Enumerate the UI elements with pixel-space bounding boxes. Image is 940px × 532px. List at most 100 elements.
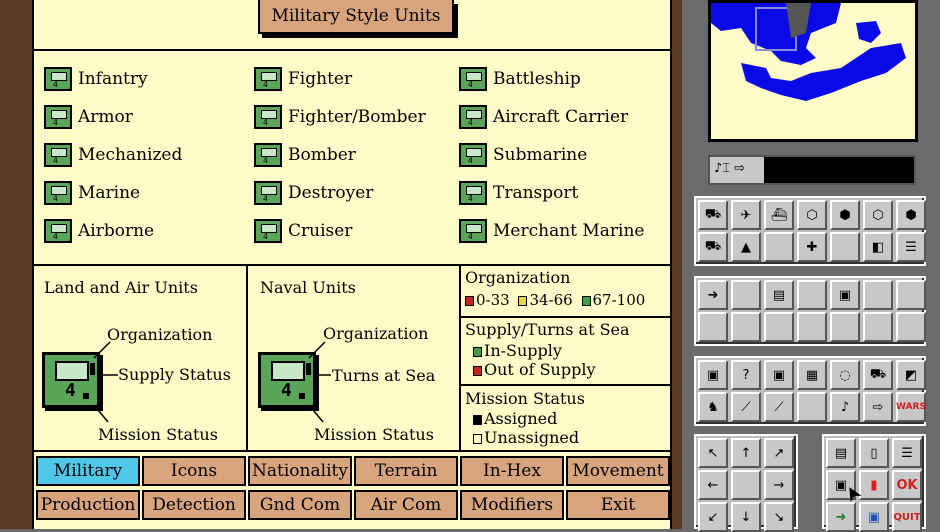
arrow-right-icon[interactable]: ➜: [698, 280, 728, 310]
target-icon[interactable]: ⇨: [863, 392, 893, 422]
list-icon[interactable]: ☰: [896, 232, 926, 262]
blank-button[interactable]: [764, 312, 794, 342]
unit-label: Transport: [493, 183, 579, 203]
document-icon[interactable]: ▤: [764, 280, 794, 310]
blank-button[interactable]: [797, 312, 827, 342]
divider: [34, 450, 670, 452]
arrow-left-icon[interactable]: ←: [698, 470, 728, 500]
arrow-down-icon[interactable]: ↓: [731, 502, 761, 532]
arrow-down-left-icon[interactable]: ↙: [698, 502, 728, 532]
truck-icon[interactable]: ⛟: [698, 232, 728, 262]
land-air-heading: Land and Air Units: [44, 278, 198, 297]
aircraft-carrier-icon: 4: [459, 105, 487, 129]
minimap-map: [711, 3, 915, 139]
naval-unit-icon[interactable]: ⛴: [764, 200, 794, 230]
blank-button[interactable]: [797, 392, 827, 422]
arrow-up-icon[interactable]: ↑: [731, 438, 761, 468]
arrow-right-icon[interactable]: →: [764, 470, 794, 500]
naval-pointer-lines: [308, 341, 331, 423]
blank-button[interactable]: [731, 312, 761, 342]
tab-exit[interactable]: Exit: [566, 490, 670, 520]
tab-gnd-com[interactable]: Gnd Com: [248, 490, 352, 520]
wars-button[interactable]: WARS: [896, 392, 926, 422]
unit-label: Submarine: [493, 145, 588, 165]
mountain-icon[interactable]: ▲: [731, 232, 761, 262]
minimap[interactable]: [708, 0, 918, 142]
exit-arrow-icon[interactable]: ➜: [826, 502, 856, 532]
unit-label: Cruiser: [288, 221, 353, 241]
in-supply-swatch: [473, 346, 482, 357]
disk-icon[interactable]: ▣: [698, 360, 728, 390]
arrow-up-left-icon[interactable]: ↖: [698, 438, 728, 468]
arrow-up-right-icon[interactable]: ↗: [764, 438, 794, 468]
hex-icon[interactable]: ⬡: [797, 200, 827, 230]
quit-button[interactable]: QUIT: [892, 502, 922, 532]
rail-icon[interactable]: ⟋: [764, 392, 794, 422]
transport-icon[interactable]: ⛟: [863, 360, 893, 390]
tab-military[interactable]: Military: [36, 456, 140, 486]
battleship-icon: 4: [459, 67, 487, 91]
unassigned-item: Unassigned: [473, 428, 579, 447]
destroyer-icon: [271, 361, 305, 381]
land-supply-label: Supply Status: [118, 365, 231, 384]
key-organization-heading: Organization: [465, 268, 571, 287]
tab-detection[interactable]: Detection: [142, 490, 246, 520]
blank-button[interactable]: [830, 312, 860, 342]
soldier-icon[interactable]: ♞: [698, 392, 728, 422]
signal-icon[interactable]: ♪: [830, 392, 860, 422]
tab-nationality[interactable]: Nationality: [248, 456, 352, 486]
ship-hex-icon[interactable]: ⬢: [830, 200, 860, 230]
blank-button[interactable]: [830, 232, 860, 262]
unit-legend-item: 4 Bomber: [254, 142, 356, 168]
blank-button[interactable]: [896, 312, 926, 342]
tab-icons[interactable]: Icons: [142, 456, 246, 486]
land-unit-icon[interactable]: ⛟: [698, 200, 728, 230]
tab-terrain[interactable]: Terrain: [354, 456, 458, 486]
road-icon[interactable]: ⟋: [731, 392, 761, 422]
blank-button[interactable]: [698, 312, 728, 342]
divider: [34, 49, 670, 51]
save-icon[interactable]: ▣: [764, 360, 794, 390]
blank-button[interactable]: [731, 280, 761, 310]
blank-button[interactable]: [764, 232, 794, 262]
note-icon[interactable]: ▤: [826, 438, 856, 468]
blank-button[interactable]: [731, 470, 761, 500]
save-disk-icon[interactable]: ▣: [859, 502, 889, 532]
ok-button[interactable]: OK: [892, 470, 922, 500]
unit-legend-item: 4 Destroyer: [254, 180, 373, 206]
report-icon[interactable]: ▦: [797, 360, 827, 390]
split-icon[interactable]: ◧: [863, 232, 893, 262]
org-mid-label: 34-66: [529, 291, 573, 309]
land-pointer-lines: [93, 341, 118, 423]
cross-icon[interactable]: ✚: [797, 232, 827, 262]
ok-label: OK: [896, 477, 918, 493]
unit-legend-item: 4 Mechanized: [44, 142, 182, 168]
blank-button[interactable]: [896, 280, 926, 310]
in-supply-item: In-Supply: [473, 341, 562, 360]
unit-legend-item: 4 Transport: [459, 180, 578, 206]
computer-icon[interactable]: ▣: [830, 280, 860, 310]
book-icon[interactable]: ▯: [859, 438, 889, 468]
memo-icon[interactable]: ☰: [892, 438, 922, 468]
unit-legend-item: 4 Cruiser: [254, 218, 352, 244]
key-supply-heading: Supply/Turns at Sea: [465, 320, 630, 339]
armor-hex-icon[interactable]: ⬢: [896, 200, 926, 230]
air-unit-icon[interactable]: ✈: [731, 200, 761, 230]
gear-hex-icon[interactable]: ⬡: [863, 200, 893, 230]
signal-icon: ♪⌶ ⇨: [714, 161, 746, 176]
unit-legend-item: 4 Submarine: [459, 142, 587, 168]
organization-ranges: 0-33 34-66 67-100: [465, 291, 645, 309]
group-icon[interactable]: ◌: [830, 360, 860, 390]
tab-movement[interactable]: Movement: [566, 456, 670, 486]
tab-modifiers[interactable]: Modifiers: [460, 490, 564, 520]
blank-button[interactable]: [863, 312, 893, 342]
arrow-down-right-icon[interactable]: ↘: [764, 502, 794, 532]
terrain-icon[interactable]: ◩: [896, 360, 926, 390]
unit-legend-item: 4 Marine: [44, 180, 140, 206]
tab-production[interactable]: Production: [36, 490, 140, 520]
tab-air-com[interactable]: Air Com: [354, 490, 458, 520]
blank-button[interactable]: [863, 280, 893, 310]
help-icon[interactable]: ?: [731, 360, 761, 390]
blank-button[interactable]: [797, 280, 827, 310]
tab-in-hex[interactable]: In-Hex: [460, 456, 564, 486]
